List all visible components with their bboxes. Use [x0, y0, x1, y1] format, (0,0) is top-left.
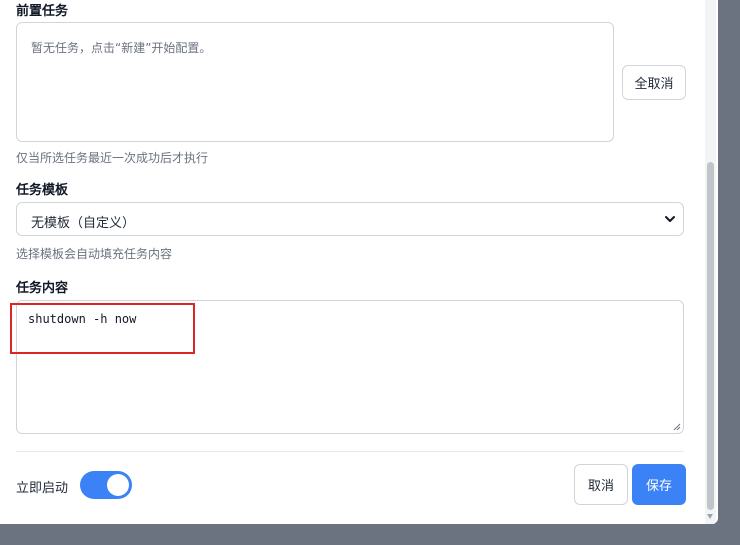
- prerequisite-hint: 仅当所选任务最近一次成功后才执行: [16, 151, 209, 165]
- task-dialog: 前置任务 暂无任务，点击“新建”开始配置。 全取消 仅当所选任务最近一次成功后才…: [0, 0, 718, 524]
- footer-divider: [16, 451, 684, 452]
- template-hint: 选择模板会自动填充任务内容: [16, 247, 173, 261]
- chevron-down-icon: [665, 216, 675, 222]
- highlight-box: [10, 303, 195, 354]
- template-selected-value: 无模板（自定义）: [31, 216, 136, 231]
- start-now-label: 立即启动: [16, 481, 69, 496]
- deselect-all-button[interactable]: 全取消: [622, 65, 686, 100]
- start-now-toggle[interactable]: [80, 471, 132, 499]
- template-label: 任务模板: [16, 183, 69, 198]
- prerequisite-empty-text: 暂无任务，点击“新建”开始配置。: [31, 41, 212, 55]
- toggle-knob: [107, 474, 129, 496]
- prerequisite-label: 前置任务: [16, 4, 69, 19]
- scrollbar-thumb[interactable]: [707, 162, 714, 510]
- cancel-button[interactable]: 取消: [574, 464, 628, 505]
- scrollbar[interactable]: [705, 0, 716, 524]
- scroll-down-arrow-icon[interactable]: [707, 514, 713, 519]
- save-button[interactable]: 保存: [632, 464, 686, 505]
- content-label: 任务内容: [16, 281, 69, 296]
- template-select[interactable]: 无模板（自定义）: [16, 202, 684, 236]
- prerequisite-task-list[interactable]: 暂无任务，点击“新建”开始配置。: [16, 22, 614, 142]
- resize-grip-icon[interactable]: [673, 423, 681, 431]
